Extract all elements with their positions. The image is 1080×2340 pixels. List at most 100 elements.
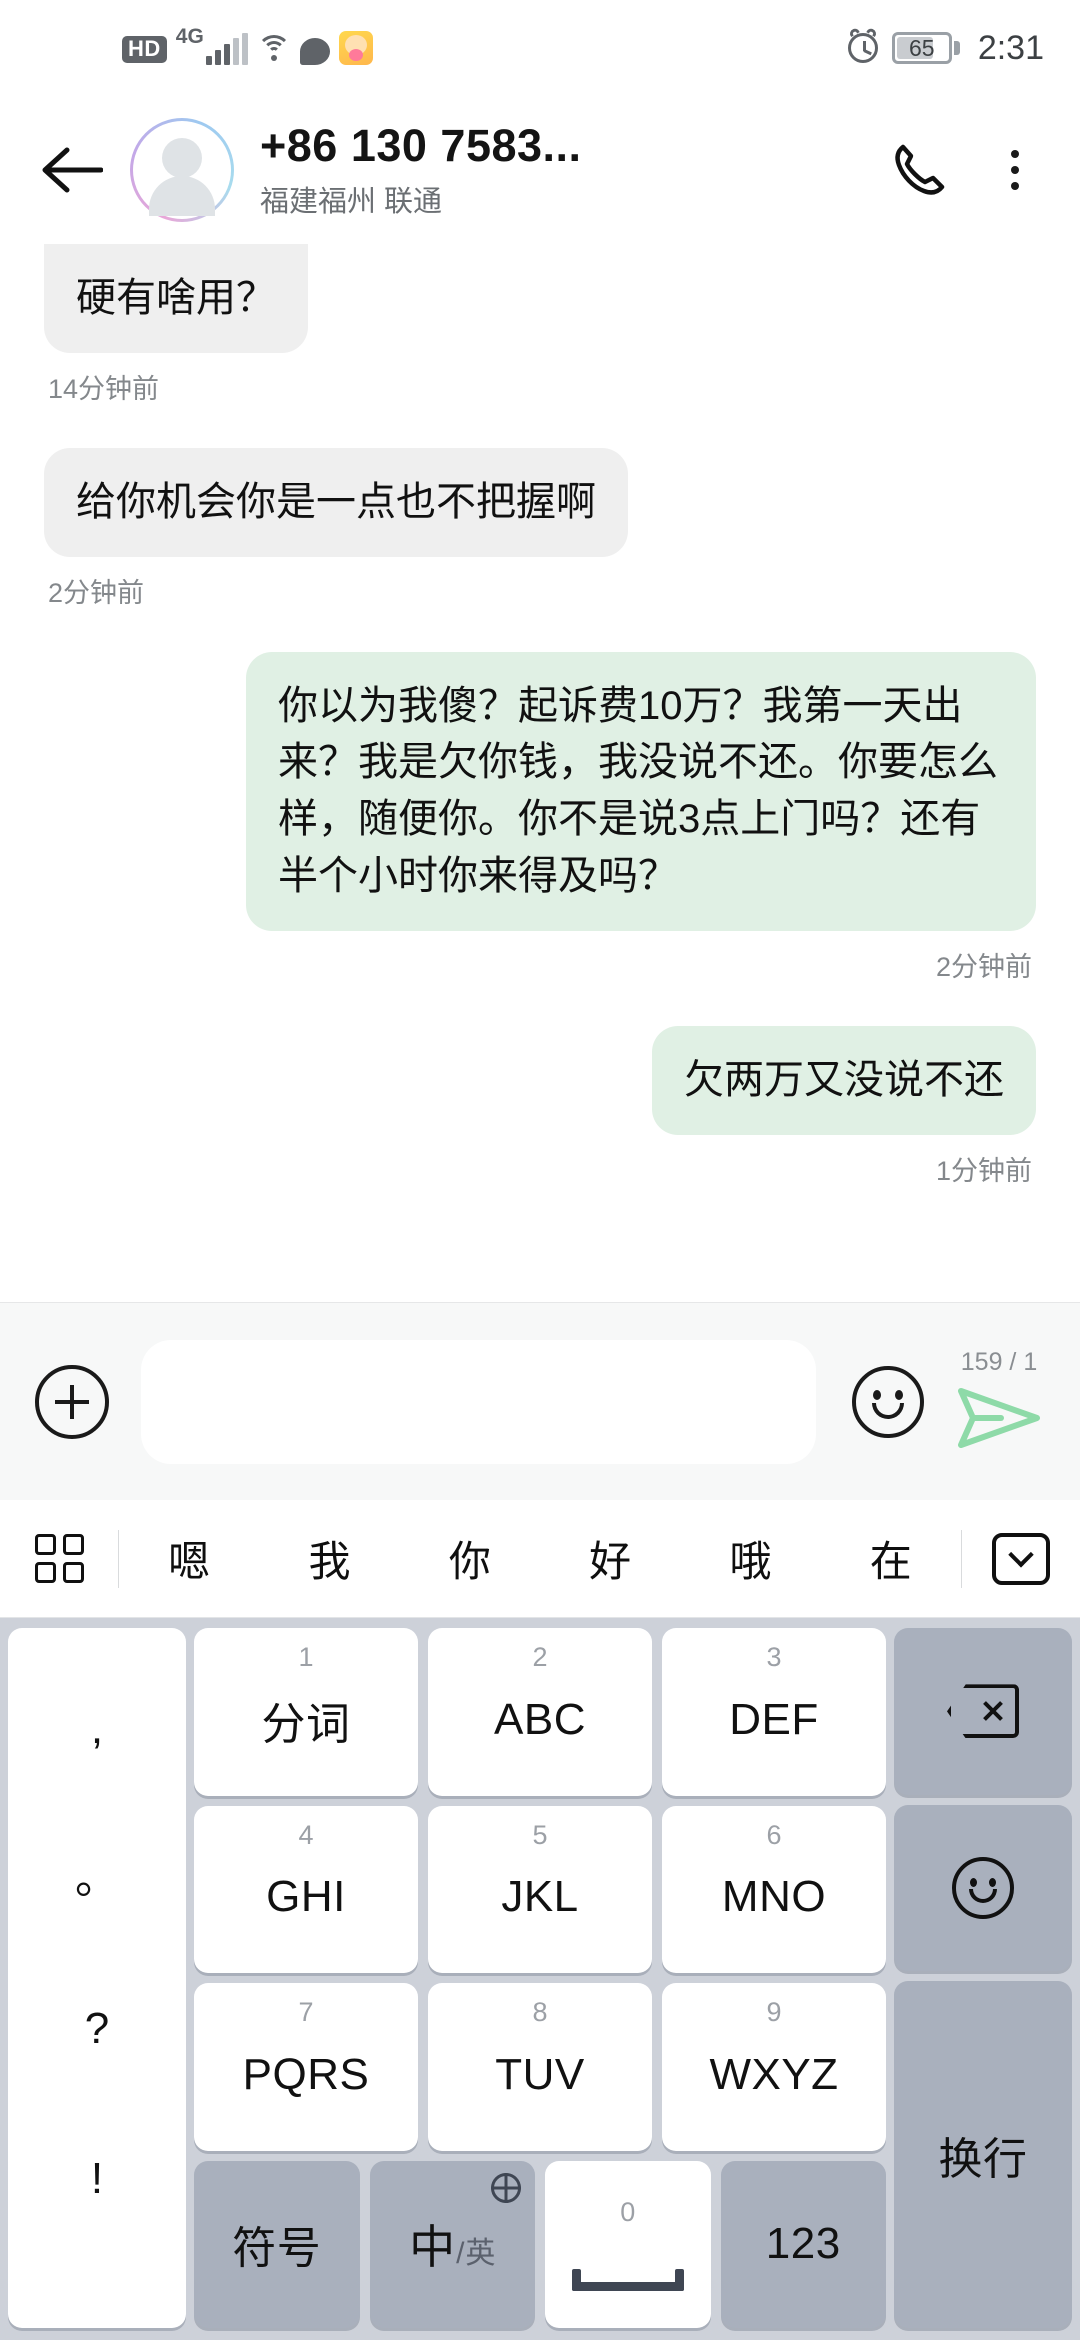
key-6[interactable]: 6 MNO xyxy=(662,1805,886,1973)
spacebar-glyph xyxy=(571,2269,684,2292)
key-4[interactable]: 4 GHI xyxy=(194,1805,418,1973)
microphone-icon xyxy=(615,2232,641,2272)
status-bar-clock: 2:31 xyxy=(977,28,1044,67)
key-5[interactable]: 5 JKL xyxy=(428,1805,652,1973)
contact-avatar-icon xyxy=(133,121,231,219)
more-options-button[interactable] xyxy=(972,127,1058,213)
key-8[interactable]: 8 TUV xyxy=(428,1983,652,2151)
key-3[interactable]: 3 DEF xyxy=(662,1628,886,1796)
key-number-label: 1 xyxy=(298,1642,314,1672)
key-letters-label: 分词 xyxy=(261,1699,351,1749)
sms-conversation-screen: HD 4G 65 2:31 +86 130 7583... 福建福州 联通 硬有… xyxy=(0,0,1080,2340)
suggestion-word[interactable]: 哦 xyxy=(719,1528,781,1589)
key-7[interactable]: 7 PQRS xyxy=(194,1983,418,2151)
collapse-keyboard-button[interactable] xyxy=(962,1532,1080,1585)
key-letters-label: WXYZ xyxy=(709,2049,839,2099)
symbols-key-label: 符号 xyxy=(232,2224,322,2274)
more-options-icon xyxy=(1011,150,1019,190)
key-letters-label: GHI xyxy=(266,1872,346,1922)
key-letters-label: TUV xyxy=(495,2049,585,2099)
numeric-key[interactable]: 123 xyxy=(720,2160,886,2328)
phone-call-icon xyxy=(895,144,945,195)
key-number-label: 0 xyxy=(620,2197,636,2228)
keyboard-suggestion-bar: 嗯我你好哦在 xyxy=(0,1500,1080,1618)
language-switch-key[interactable]: 中 / 英 xyxy=(369,2160,535,2328)
hd-icon: HD xyxy=(122,36,167,63)
plus-circle-icon[interactable] xyxy=(35,1364,109,1439)
key-letters-label: PQRS xyxy=(242,2049,370,2099)
enter-key[interactable]: 换行 xyxy=(894,1981,1072,2329)
numeric-key-label: 123 xyxy=(765,2219,841,2269)
suggestion-word[interactable]: 嗯 xyxy=(158,1528,220,1589)
message-row: 你以为我傻？起诉费10万？我第一天出来？我是欠你钱，我没说不还。你要怎么样，随便… xyxy=(0,651,1080,984)
key-number-label: 3 xyxy=(766,1642,782,1672)
wifi-icon xyxy=(256,35,291,65)
character-counter: 159 / 1 xyxy=(960,1348,1038,1376)
keyboard-panel-grid-icon xyxy=(34,1534,84,1583)
key-letters-label: MNO xyxy=(721,1872,827,1922)
network-type-label: 4G xyxy=(175,25,204,48)
message-timestamp: 2分钟前 xyxy=(935,951,1032,982)
space-key[interactable]: 0 xyxy=(545,2160,711,2328)
page-title: +86 130 7583... xyxy=(260,120,582,172)
key-9[interactable]: 9 WXYZ xyxy=(662,1983,886,2151)
avatar[interactable] xyxy=(130,118,234,222)
send-button[interactable] xyxy=(955,1381,1043,1455)
suggestion-words: 嗯我你好哦在 xyxy=(119,1528,961,1589)
backspace-icon xyxy=(947,1684,1019,1739)
signal-bars-icon xyxy=(205,33,248,65)
suggestion-word[interactable]: 在 xyxy=(860,1528,922,1589)
globe-language-icon xyxy=(491,2172,521,2203)
punctuation-key[interactable]: , 。?! xyxy=(8,1628,186,2328)
send-area: 159 / 1 xyxy=(924,1348,1074,1455)
punctuation-glyph: 。 xyxy=(75,1854,119,1903)
emoji-button[interactable] xyxy=(852,1365,924,1438)
keypad-main: 1 分词 2 ABC 3 DEF 4 GHI 5 JKL 6 MNO 7 PQRS 8 TUV 9 WXYZ 符号中… xyxy=(194,1628,886,2328)
key-number-label: 9 xyxy=(766,1997,782,2027)
key-number-label: 4 xyxy=(298,1819,314,1850)
keypad-bottom-row: 符号中 / 英 0 123 xyxy=(194,2160,886,2328)
keypad-row: 7 PQRS 8 TUV 9 WXYZ xyxy=(194,1983,886,2151)
incoming-message-bubble[interactable]: 硬有啥用？ xyxy=(44,244,308,353)
chat-bubble-icon xyxy=(299,38,330,65)
outgoing-message-bubble[interactable]: 你以为我傻？起诉费10万？我第一天出来？我是欠你钱，我没说不还。你要怎么样，随便… xyxy=(246,651,1036,931)
key-letters-label: JKL xyxy=(501,1872,579,1922)
message-timestamp: 2分钟前 xyxy=(48,577,145,608)
symbols-key[interactable]: 符号 xyxy=(194,2160,360,2328)
t9-keyboard: , 。?! 1 分词 2 ABC 3 DEF 4 GHI 5 JKL 6 MNO 7 PQRS 8 TUV 9 WX… xyxy=(0,1618,1080,2340)
message-input-bar: 159 / 1 xyxy=(0,1302,1080,1500)
keypad-row: 4 GHI 5 JKL 6 MNO xyxy=(194,1805,886,1973)
message-row: 硬有啥用？ 14分钟前 xyxy=(0,244,1080,406)
suggestion-word[interactable]: 你 xyxy=(439,1528,501,1589)
collapse-keyboard-icon xyxy=(992,1532,1050,1585)
message-timestamp: 14分钟前 xyxy=(48,373,160,404)
suggestion-word[interactable]: 好 xyxy=(579,1528,641,1589)
key-letters-label: ABC xyxy=(494,1694,586,1744)
keypad-row: 1 分词 2 ABC 3 DEF xyxy=(194,1628,886,1796)
call-button[interactable] xyxy=(876,127,962,213)
suggestion-word[interactable]: 我 xyxy=(298,1528,360,1589)
message-timestamp: 1分钟前 xyxy=(935,1155,1032,1186)
key-number-label: 6 xyxy=(766,1819,782,1850)
smiley-face-icon xyxy=(952,1857,1014,1919)
message-list[interactable]: 硬有啥用？ 14分钟前 给你机会你是一点也不把握啊 2分钟前 你以为我傻？起诉费10万？… xyxy=(0,244,1080,1302)
header-text-block[interactable]: +86 130 7583... 福建福州 联通 xyxy=(260,120,582,220)
message-input[interactable] xyxy=(141,1339,816,1464)
battery-level-label: 65 xyxy=(909,34,935,61)
key-2[interactable]: 2 ABC xyxy=(428,1628,652,1796)
incoming-message-bubble[interactable]: 给你机会你是一点也不把握啊 xyxy=(44,447,628,557)
battery-indicator: 65 xyxy=(891,32,960,64)
carrier-subtitle: 福建福州 联通 xyxy=(260,185,443,218)
keyboard-panel-button[interactable] xyxy=(0,1534,118,1583)
emoji-key[interactable] xyxy=(894,1804,1072,1972)
punctuation-glyph: , xyxy=(90,1704,104,1753)
backspace-key[interactable] xyxy=(894,1628,1072,1795)
message-row: 欠两万又没说不还 1分钟前 xyxy=(0,1025,1080,1188)
outgoing-message-bubble[interactable]: 欠两万又没说不还 xyxy=(652,1025,1036,1135)
key-number-label: 8 xyxy=(532,1997,548,2027)
alarm-clock-icon xyxy=(847,26,878,63)
key-1[interactable]: 1 分词 xyxy=(194,1628,418,1796)
back-button[interactable] xyxy=(24,144,120,196)
